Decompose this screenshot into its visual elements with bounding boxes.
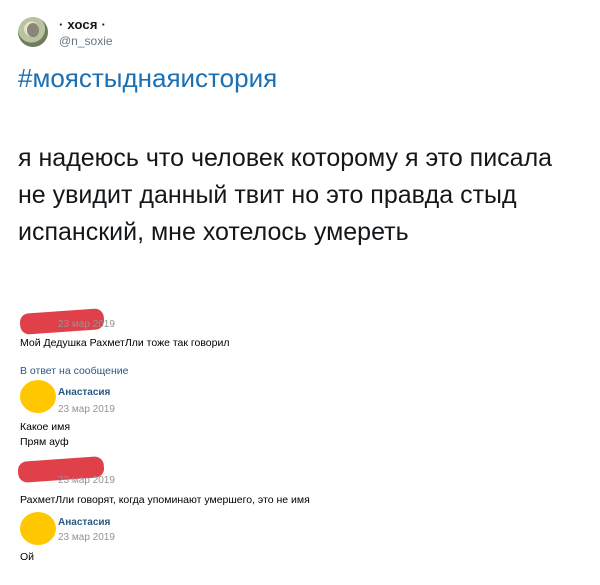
redacted-avatar-yellow	[20, 512, 56, 545]
commenter-name[interactable]: Анастасия	[58, 387, 110, 398]
comment-text: Ой	[20, 551, 35, 563]
comment-date: 23 мар 2019	[58, 475, 115, 486]
redacted-avatar-yellow	[20, 380, 56, 413]
commenter-name[interactable]: Анастасия	[58, 517, 110, 528]
comment-text: Мой Дедушка РахметЛли тоже так говорил	[20, 337, 230, 349]
author-handle[interactable]: @n_soxie	[59, 34, 113, 48]
embedded-screenshot: 23 мар 2019 Мой Дедушка РахметЛли тоже т…	[17, 297, 578, 577]
hashtag-link[interactable]: #моястыднаяистория	[18, 63, 277, 94]
author-avatar[interactable]	[18, 17, 48, 47]
reply-link[interactable]: В ответ на сообщение	[20, 365, 129, 377]
comment-text: Какое имя	[20, 421, 71, 433]
comment-text: Прям ауф	[20, 436, 69, 448]
tweet-text: я надеюсь что человек которому я это пис…	[18, 144, 553, 246]
author-display-name[interactable]: · хося ·	[59, 17, 106, 32]
comment-text: РахметЛли говорят, когда упоминают умерш…	[20, 494, 310, 506]
comment-date: 23 мар 2019	[58, 404, 115, 415]
comment-date: 23 мар 2019	[58, 319, 115, 330]
comment-date: 23 мар 2019	[58, 532, 115, 543]
